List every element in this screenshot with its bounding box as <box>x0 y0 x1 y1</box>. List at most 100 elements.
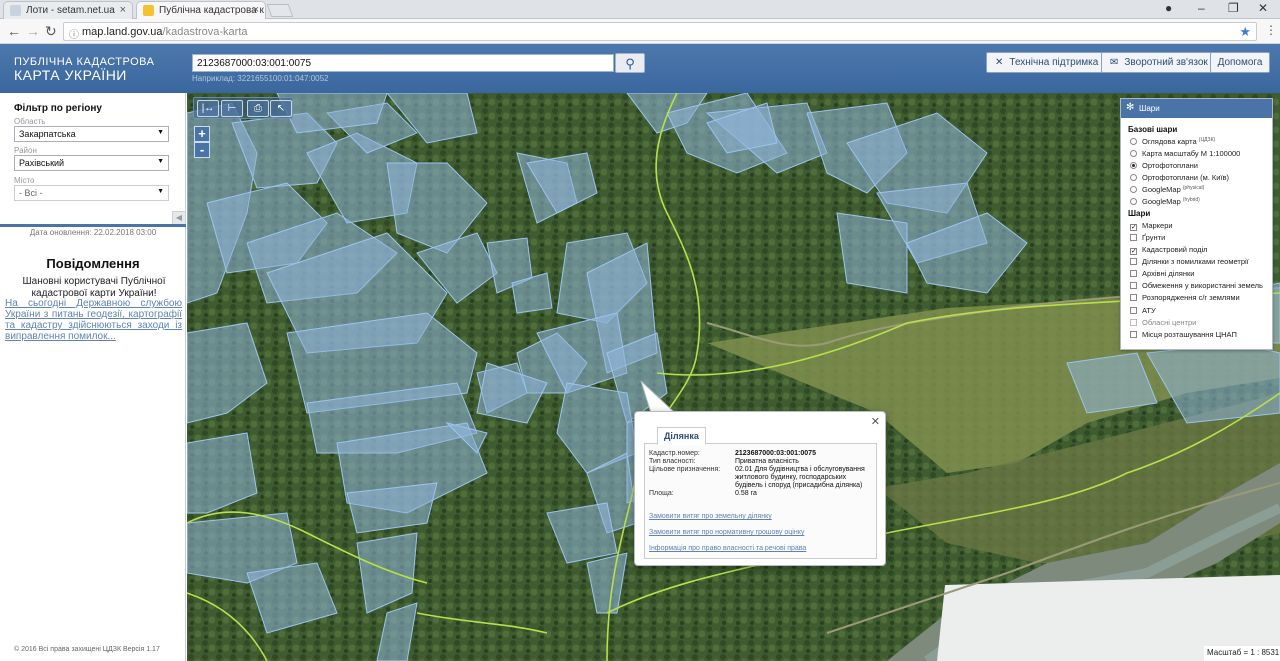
layer-regional-centers[interactable]: Обласні центри <box>1130 318 1196 327</box>
sidebar-divider <box>0 224 186 227</box>
city-select[interactable]: - Всі - ▼ <box>14 185 169 201</box>
order-land-extract-link[interactable]: Замовити витяг про земельну ділянку <box>649 513 772 520</box>
new-tab-button[interactable] <box>266 4 294 17</box>
forward-arrow-icon[interactable]: → <box>26 23 40 39</box>
layer-archived-parcels[interactable]: Архівні ділянки <box>1130 269 1194 278</box>
parcel-tab[interactable]: Ділянка <box>657 427 706 445</box>
popup-pointer <box>640 381 677 414</box>
collapse-sidebar-button[interactable]: ◀ <box>172 211 186 225</box>
radio-selected-icon <box>1130 162 1137 169</box>
back-arrow-icon[interactable]: ← <box>7 23 21 39</box>
url-path: /kadastrova-karta <box>162 26 248 38</box>
row-value: 2123687000:03:001:0075 <box>735 450 816 457</box>
checkbox-icon <box>1130 234 1137 241</box>
layer-label: Обласні центри <box>1142 318 1197 327</box>
identify-cursor-icon[interactable]: ↖ <box>270 100 292 117</box>
radio-icon <box>1130 186 1137 193</box>
map-canvas[interactable]: |↔ ⊢ ⎙ ↖ + - ✻ Шари Базові шари Оглядова … <box>187 93 1280 661</box>
close-tab-icon[interactable]: × <box>253 4 259 16</box>
measure-area-icon[interactable]: ⊢ <box>221 100 243 117</box>
feedback-label: Зворотний зв'язок <box>1124 57 1208 68</box>
search-example: Наприклад: 3221655100:01:047:0052 <box>192 74 329 83</box>
menu-icon[interactable]: ⋮ <box>1265 23 1277 37</box>
brand-line-2: КАРТА УКРАЇНИ <box>14 67 127 83</box>
map-tool-strip: |↔ ⊢ ⎙ ↖ <box>193 97 293 119</box>
radio-icon <box>1130 174 1137 181</box>
maximize-icon[interactable]: ❐ <box>1228 1 1239 15</box>
layer-agri-land-disposal[interactable]: Розпорядження с/г землями <box>1130 293 1240 302</box>
checkbox-icon <box>1130 282 1137 289</box>
close-tab-icon[interactable]: × <box>120 4 126 16</box>
layer-geometry-errors[interactable]: Ділянки з помилками геометрії <box>1130 257 1249 266</box>
envelope-icon: ✉ <box>1110 57 1119 68</box>
base-layer-orthophoto-kyiv[interactable]: Ортофотоплани (м. Київ) <box>1130 173 1229 182</box>
checkbox-icon <box>1130 331 1137 338</box>
zoom-in-button[interactable]: + <box>194 126 210 142</box>
measure-distance-icon[interactable]: |↔ <box>197 100 219 117</box>
layer-land-restrictions[interactable]: Обмеження у використанні земель <box>1130 281 1263 290</box>
ownership-rights-link[interactable]: Інформація про право власності та речові… <box>649 545 806 552</box>
region-value: Закарпатська <box>19 129 76 139</box>
checkbox-icon <box>1130 294 1137 301</box>
feedback-button[interactable]: ✉ Зворотний зв'язок <box>1101 52 1217 73</box>
profile-icon[interactable]: ● <box>1165 1 1172 15</box>
layer-soils[interactable]: Ґрунти <box>1130 233 1165 242</box>
base-layers-title: Базові шари <box>1128 125 1178 134</box>
row-value: 02.01 Для будівництва і обслуговування ж… <box>735 466 865 489</box>
layer-label: Місця розташування ЦНАП <box>1142 330 1237 339</box>
row-value: Приватна власність <box>735 458 799 465</box>
layer-cadastral-division[interactable]: ✓ Кадастровий поділ <box>1130 245 1208 255</box>
layer-label: Ділянки з помилками геометрії <box>1142 257 1249 266</box>
info-icon[interactable]: ⓘ <box>69 26 79 41</box>
checkbox-icon <box>1130 270 1137 277</box>
row-key: Тип власності: <box>649 458 696 465</box>
layer-atu[interactable]: АТУ <box>1130 306 1156 315</box>
zoom-out-button[interactable]: - <box>194 142 210 158</box>
radio-icon <box>1130 138 1137 145</box>
layer-markers[interactable]: ✓ Маркери <box>1130 221 1173 231</box>
bookmark-star-icon[interactable]: ★ <box>1239 24 1251 40</box>
search-icon: ⚲ <box>625 56 635 71</box>
base-layer-sup: (ЦДЗК) <box>1198 137 1216 143</box>
reload-icon[interactable]: ↻ <box>45 23 57 40</box>
layers-panel-header[interactable]: ✻ Шари <box>1121 99 1272 118</box>
support-label: Технічна підтримка <box>1009 57 1099 68</box>
address-bar[interactable]: ⓘ map.land.gov.ua/kadastrova-karta ★ <box>63 22 1257 41</box>
chevron-down-icon: ▼ <box>157 188 164 195</box>
checkbox-checked-icon: ✓ <box>1130 248 1137 255</box>
minimize-icon[interactable]: – <box>1198 1 1205 15</box>
close-icon[interactable]: ✕ <box>871 415 880 428</box>
print-icon[interactable]: ⎙ <box>247 100 269 117</box>
url-host: map.land.gov.ua <box>82 26 163 38</box>
row-key: Кадастр.номер: <box>649 450 700 457</box>
orthophoto-map <box>187 93 1280 661</box>
browser-tab-kadastr[interactable]: Публічна кадастрова к × <box>136 1 266 20</box>
close-window-icon[interactable]: ✕ <box>1258 1 1268 15</box>
base-layer-googlemap-hybrid[interactable]: GoogleMap (hybrid) <box>1130 197 1200 206</box>
gear-icon: ✻ <box>1126 102 1135 113</box>
layer-label: Розпорядження с/г землями <box>1142 293 1240 302</box>
checkbox-disabled-icon <box>1130 319 1137 326</box>
chevron-down-icon: ▼ <box>157 129 164 136</box>
notice-link[interactable]: На сьогодні Державною службою України з … <box>5 298 182 342</box>
order-valuation-extract-link[interactable]: Замовити витяг про нормативну грошову оц… <box>649 529 804 536</box>
help-button[interactable]: Допомога <box>1210 52 1270 73</box>
browser-tab-setam[interactable]: Лоти - setam.net.ua × <box>3 1 133 19</box>
base-layer-label: Карта масштабу М 1:100000 <box>1142 149 1241 158</box>
region-select[interactable]: Закарпатська ▼ <box>14 126 169 142</box>
tab-title: Лоти - setam.net.ua <box>26 5 115 16</box>
map-scale: Масштаб = 1 : 8531 <box>1204 646 1280 661</box>
layer-cnap-locations[interactable]: Місця розташування ЦНАП <box>1130 330 1237 339</box>
district-select[interactable]: Рахівський ▼ <box>14 155 169 171</box>
search-button[interactable]: ⚲ <box>615 53 645 73</box>
base-layer-label: Ортофотоплани <box>1142 161 1199 170</box>
base-layer-label: Оглядова карта <box>1142 137 1197 146</box>
base-layer-googlemap-physical[interactable]: GoogleMap (physical) <box>1130 185 1204 194</box>
base-layer-orthophoto[interactable]: Ортофотоплани <box>1130 161 1198 170</box>
base-layer-map100k[interactable]: Карта масштабу М 1:100000 <box>1130 149 1240 158</box>
base-layer-overview[interactable]: Оглядова карта (ЦДЗК) <box>1130 137 1215 146</box>
cadastral-search-input[interactable]: 2123687000:03:001:0075 <box>192 54 614 72</box>
parcel-info-popup: ✕ Ділянка Кадастр.номер: 2123687000:03:00… <box>634 411 886 566</box>
help-label: Допомога <box>1217 57 1263 68</box>
support-button[interactable]: ✕ Технічна підтримка <box>986 52 1108 73</box>
